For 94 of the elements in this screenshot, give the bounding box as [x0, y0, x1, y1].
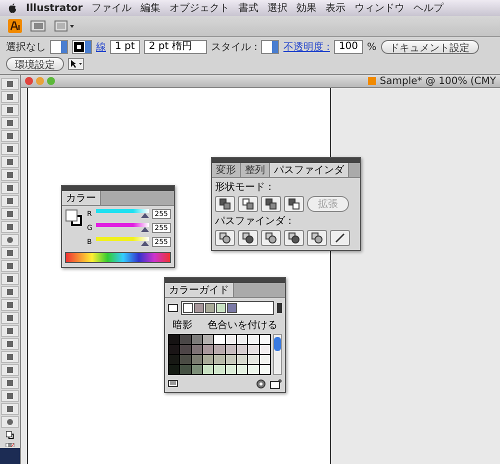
tint-label: 色合いを付ける: [208, 319, 278, 332]
menu-item[interactable]: 効果: [296, 1, 317, 15]
color-swatch[interactable]: [226, 335, 236, 344]
menu-item[interactable]: オブジェクト: [170, 1, 230, 15]
app-logo-icon[interactable]: [8, 19, 22, 33]
color-swatch[interactable]: [169, 345, 180, 354]
color-swatch[interactable]: [226, 355, 236, 364]
color-swatch[interactable]: [214, 365, 225, 374]
color-swatch[interactable]: [169, 335, 180, 344]
harmony-dropdown[interactable]: [181, 301, 274, 315]
menu-app-name[interactable]: Illustrator: [26, 2, 83, 14]
color-swatch[interactable]: [180, 365, 191, 374]
toolbar-button[interactable]: 環境設定: [6, 57, 64, 71]
color-swatch[interactable]: [248, 345, 259, 354]
opacity-field[interactable]: 100: [334, 40, 364, 54]
color-swatch[interactable]: [226, 365, 236, 374]
percent-label: %: [367, 42, 377, 52]
selection-status: 選択なし: [6, 41, 46, 54]
brush-dropdown[interactable]: 2 pt 楕円: [144, 40, 207, 54]
pathfinder-icon[interactable]: [238, 230, 258, 246]
color-swatch[interactable]: [236, 365, 248, 374]
pathfinder-icon[interactable]: [284, 230, 304, 246]
color-swatch[interactable]: [248, 355, 259, 364]
color-spectrum-bar[interactable]: [65, 252, 171, 263]
color-swatch[interactable]: [202, 355, 214, 364]
color-swatch[interactable]: [169, 355, 180, 364]
color-swatch[interactable]: [192, 365, 202, 374]
color-swatch[interactable]: [169, 365, 180, 374]
base-color-icon[interactable]: [168, 304, 178, 312]
color-swatch[interactable]: [260, 355, 270, 364]
color-swatch[interactable]: [180, 355, 191, 364]
color-swatch[interactable]: [226, 345, 236, 354]
opacity-link[interactable]: 不透明度 :: [283, 40, 330, 54]
color-swatch[interactable]: [236, 345, 248, 354]
scrollbar[interactable]: [273, 334, 282, 375]
color-wheel-icon[interactable]: [256, 379, 266, 389]
color-swatch[interactable]: [260, 335, 270, 344]
shape-mode-icon[interactable]: [215, 196, 235, 212]
color-swatch[interactable]: [248, 365, 259, 374]
color-swatch[interactable]: [214, 355, 225, 364]
cursor-icon[interactable]: [68, 58, 84, 70]
panel-tab[interactable]: パスファインダ: [270, 163, 349, 177]
stroke-dropdown[interactable]: [72, 40, 92, 54]
color-swatch[interactable]: [202, 365, 214, 374]
menu-item[interactable]: 編集: [140, 1, 161, 15]
color-swatch[interactable]: [236, 355, 248, 364]
menu-item[interactable]: 書式: [238, 1, 259, 15]
color-swatch[interactable]: [260, 345, 270, 354]
toolbar-button[interactable]: ドキュメント設定: [380, 40, 479, 54]
shape-mode-icon[interactable]: [238, 196, 258, 212]
style-label: スタイル :: [210, 41, 258, 54]
panel-tab[interactable]: 変形: [212, 163, 241, 177]
shade-label: 暗影: [172, 318, 192, 332]
pathfinder-icon[interactable]: [307, 230, 327, 246]
arrange-documents-icon[interactable]: [54, 20, 76, 32]
fill-dropdown[interactable]: [50, 40, 68, 54]
apple-icon[interactable]: [8, 2, 17, 14]
section-label: パスファインダ :: [215, 215, 293, 228]
shape-mode-icon[interactable]: [261, 196, 281, 212]
desktop-background: [0, 448, 20, 464]
pathfinder-icon[interactable]: [330, 230, 350, 246]
color-swatch[interactable]: [236, 335, 248, 344]
panel-tab[interactable]: カラー: [62, 191, 101, 205]
color-swatch[interactable]: [192, 335, 202, 344]
document-title: Sample* @ 100% (CMY: [380, 76, 496, 86]
menu-item[interactable]: 表示: [326, 1, 346, 15]
color-swatch[interactable]: [192, 355, 202, 364]
color-swatch[interactable]: [214, 345, 225, 354]
save-group-icon[interactable]: [270, 379, 282, 389]
shape-mode-icon[interactable]: [284, 196, 304, 212]
menu-item[interactable]: ヘルプ: [414, 1, 444, 15]
color-swatch[interactable]: [202, 335, 214, 344]
color-swatch[interactable]: [214, 335, 225, 344]
menu-item[interactable]: 選択: [268, 1, 288, 15]
close-button[interactable]: [25, 77, 33, 85]
bridge-icon[interactable]: [30, 20, 46, 32]
stroke-weight-field[interactable]: 1 pt: [110, 40, 140, 54]
color-swatch[interactable]: [192, 345, 202, 354]
color-swatch[interactable]: [180, 345, 191, 354]
style-dropdown[interactable]: [261, 40, 280, 54]
color-swatch[interactable]: [248, 335, 259, 344]
menu-item[interactable]: ウィンドウ: [354, 1, 405, 15]
color-swatch[interactable]: [180, 335, 191, 344]
document-icon: [366, 76, 377, 86]
menu-item[interactable]: ファイル: [92, 1, 132, 15]
pathfinder-icon[interactable]: [215, 230, 235, 246]
fill-stroke-icon[interactable]: [65, 209, 83, 227]
color-swatch[interactable]: [260, 365, 270, 374]
panel-tab[interactable]: カラーガイド: [165, 283, 234, 297]
panel-tab[interactable]: 整列: [241, 163, 270, 177]
pathfinder-icon[interactable]: [261, 230, 281, 246]
stroke-link[interactable]: 線: [96, 40, 106, 54]
section-label: 形状モード :: [215, 180, 273, 194]
color-swatch[interactable]: [202, 345, 214, 354]
